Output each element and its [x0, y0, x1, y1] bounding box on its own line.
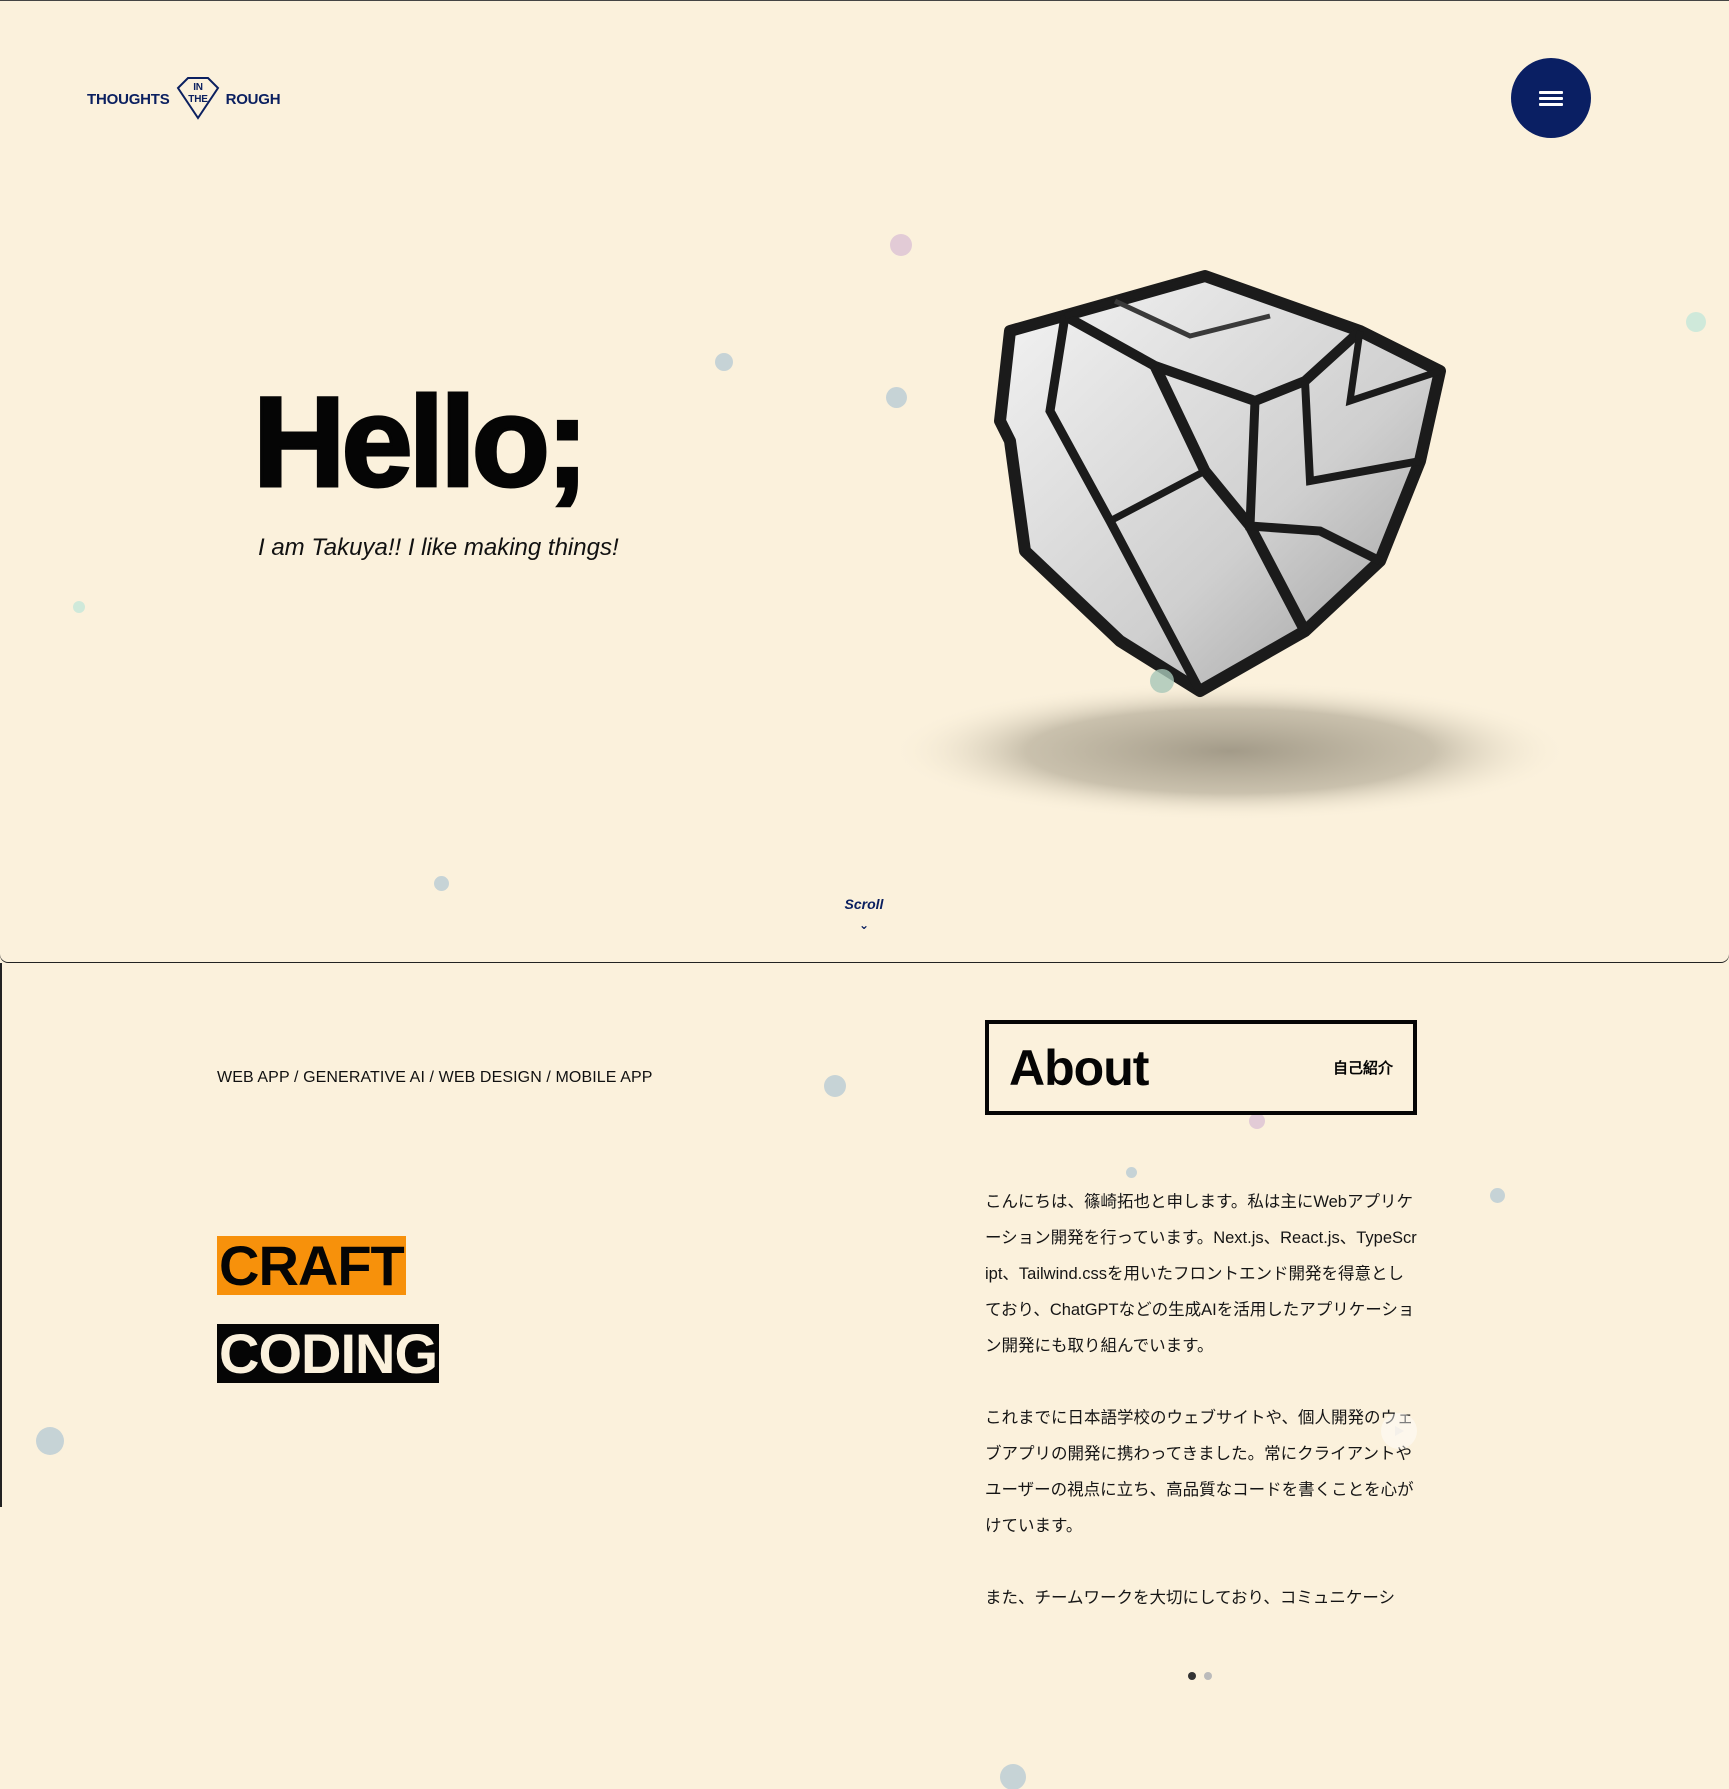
about-paragraph: これまでに日本語学校のウェブサイトや、個人開発のウェブアプリの開発に携わってきま…	[985, 1409, 1414, 1535]
pagination-dot[interactable]	[1204, 1672, 1212, 1680]
about-paragraph: こんにちは、篠崎拓也と申します。私は主にWebアプリケーション開発を行っています…	[985, 1193, 1417, 1355]
about-paragraph: また、チームワークを大切にしており、コミュニケーシ	[985, 1589, 1396, 1607]
menu-button[interactable]	[1511, 58, 1591, 138]
particle-dot	[890, 234, 912, 256]
chevron-down-icon: ⌄	[858, 918, 870, 932]
skill-tags: WEB APP / GENERATIVE AI / WEB DESIGN / M…	[217, 1069, 653, 1086]
particle-dot	[36, 1427, 64, 1455]
play-icon	[1395, 1426, 1404, 1436]
hero-tagline: I am Takuya!! I like making things!	[258, 534, 619, 561]
about-subtitle: 自己紹介	[1332, 1060, 1393, 1077]
hero-section: THOUGHTS IN THE ROUGH Hello; I am Takuya…	[0, 0, 1729, 963]
pagination-dot[interactable]	[1188, 1672, 1196, 1680]
logo-gem-icon: IN THE	[174, 76, 222, 122]
particle-dot	[1686, 312, 1706, 332]
particle-dot	[1150, 669, 1174, 693]
particle-dot	[1126, 1167, 1137, 1178]
particle-dot	[1000, 1764, 1026, 1789]
about-heading-box: About 自己紹介	[985, 1020, 1417, 1115]
about-title: About	[1009, 1039, 1149, 1096]
hamburger-menu-icon	[1539, 88, 1563, 109]
about-body: こんにちは、篠崎拓也と申します。私は主にWebアプリケーション開発を行っています…	[985, 1184, 1417, 1652]
hero-greeting: Hello;	[252, 371, 591, 514]
carousel-pagination	[1188, 1672, 1212, 1680]
particle-dot	[434, 876, 449, 891]
highlight-coding: CODING	[217, 1322, 439, 1385]
particle-dot	[715, 353, 733, 371]
scroll-label: Scroll	[844, 896, 884, 912]
particle-dot	[1249, 1113, 1265, 1129]
scroll-indicator[interactable]: Scroll ⌄	[844, 896, 884, 932]
logo-word-left: THOUGHTS	[87, 90, 170, 108]
highlight-craft: CRAFT	[217, 1234, 406, 1297]
site-logo[interactable]: THOUGHTS IN THE ROUGH	[87, 75, 281, 123]
particle-dot	[886, 387, 907, 408]
logo-word-right: ROUGH	[225, 90, 281, 108]
particle-dot	[824, 1075, 846, 1097]
play-button[interactable]	[1381, 1413, 1417, 1449]
logo-word-in: IN	[193, 82, 203, 93]
crystal-gem-illustration	[850, 261, 1590, 841]
section-divider	[0, 963, 2, 1507]
particle-dot	[1490, 1188, 1505, 1203]
logo-word-the: THE	[188, 94, 208, 105]
particle-dot	[73, 601, 85, 613]
